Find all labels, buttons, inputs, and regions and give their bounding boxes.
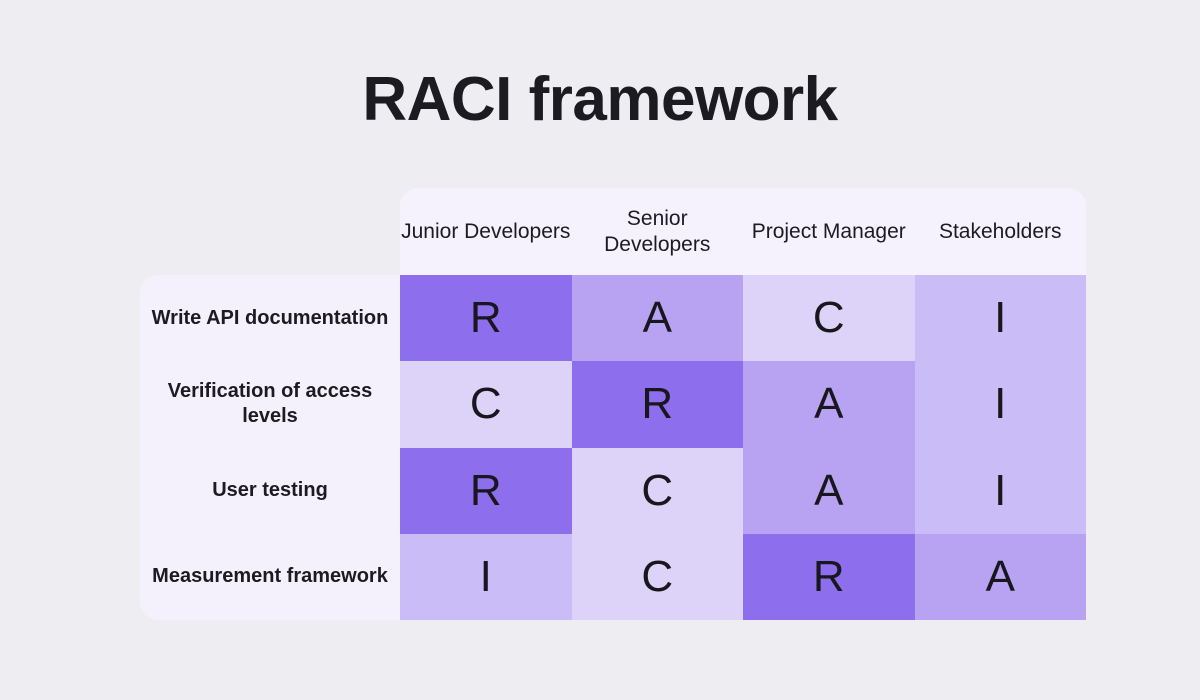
column-header-stakeholders: Stakeholders [938, 219, 1062, 243]
raci-framework-page: RACI framework Junior Developers Senior … [0, 0, 1200, 700]
cell-r0-c3: I [914, 275, 1086, 362]
cell-r0-c1: A [571, 275, 743, 362]
cell-r2-c1: C [571, 447, 743, 534]
row-label-write-api-documentation: Write API documentation [151, 306, 389, 329]
raci-grid: Junior Developers Senior Developers Proj… [140, 188, 1086, 620]
cell-r2-c2: A [743, 447, 915, 534]
cell-r1-c1: R [571, 361, 743, 448]
column-header-senior-developers: Senior Developers [604, 206, 711, 256]
cell-r3-c1: C [571, 533, 743, 620]
cell-r0-c2: C [743, 275, 915, 362]
table-row: Verification of access levels C R A I [140, 361, 1086, 448]
row-label-user-testing: User testing [212, 479, 328, 502]
cell-r1-c2: A [743, 361, 915, 448]
header-row: Junior Developers Senior Developers Proj… [140, 188, 1086, 275]
cell-r3-c0: I [400, 533, 572, 620]
table-row: Measurement framework I C R A [140, 533, 1086, 620]
cell-r2-c3: I [914, 447, 1086, 534]
corner-cell [140, 188, 400, 275]
column-header-junior-developers: Junior Developers [401, 219, 571, 243]
column-header-project-manager: Project Manager [751, 219, 906, 243]
cell-r3-c2: R [743, 533, 915, 620]
row-label-measurement-framework: Measurement framework [152, 565, 388, 588]
cell-r1-c3: I [914, 361, 1086, 448]
table-row: Write API documentation R A C I [140, 275, 1086, 362]
page-title: RACI framework [362, 65, 838, 134]
row-label-verification-of-access-levels: Verification of access levels [167, 380, 373, 428]
table-row: User testing R C A I [140, 447, 1086, 534]
cell-r0-c0: R [400, 275, 572, 362]
raci-matrix: Junior Developers Senior Developers Proj… [140, 188, 1086, 620]
cell-r3-c3: A [914, 533, 1086, 620]
cell-r1-c0: C [400, 361, 572, 448]
cell-r2-c0: R [400, 447, 572, 534]
